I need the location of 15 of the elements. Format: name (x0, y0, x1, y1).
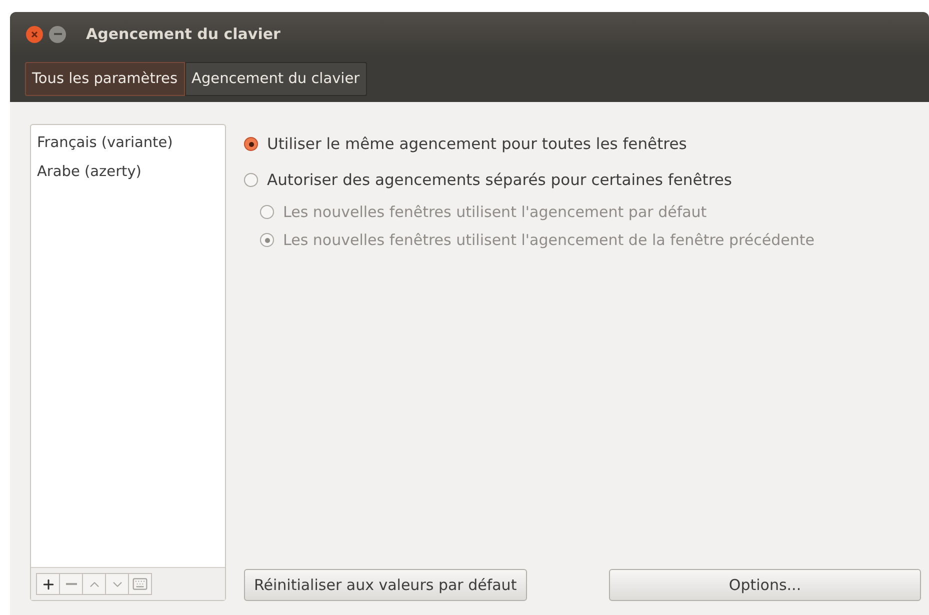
reset-button[interactable]: Réinitialiser aux valeurs par défaut (244, 569, 527, 601)
options-button[interactable]: Options... (609, 569, 921, 601)
breadcrumb-button[interactable]: Tous les paramètres (25, 62, 185, 96)
minimize-button[interactable] (49, 26, 66, 42)
radio-option[interactable]: Utiliser le même agencement pour toutes les fenêtres (244, 126, 687, 162)
add-icon (40, 576, 56, 592)
window-title: Agencement du clavier (86, 25, 280, 43)
close-icon (31, 30, 38, 38)
layout-item[interactable]: Arabe (azerty) (37, 158, 219, 187)
keyboard-icon (132, 576, 148, 592)
layout-item[interactable]: Français (variante) (37, 129, 219, 158)
add-button[interactable] (36, 573, 60, 595)
close-button[interactable] (26, 26, 43, 42)
breadcrumb-button[interactable]: Agencement du clavier (184, 62, 367, 96)
radio-option[interactable]: Autoriser des agencements séparés pour certaines fenêtres (244, 162, 732, 198)
